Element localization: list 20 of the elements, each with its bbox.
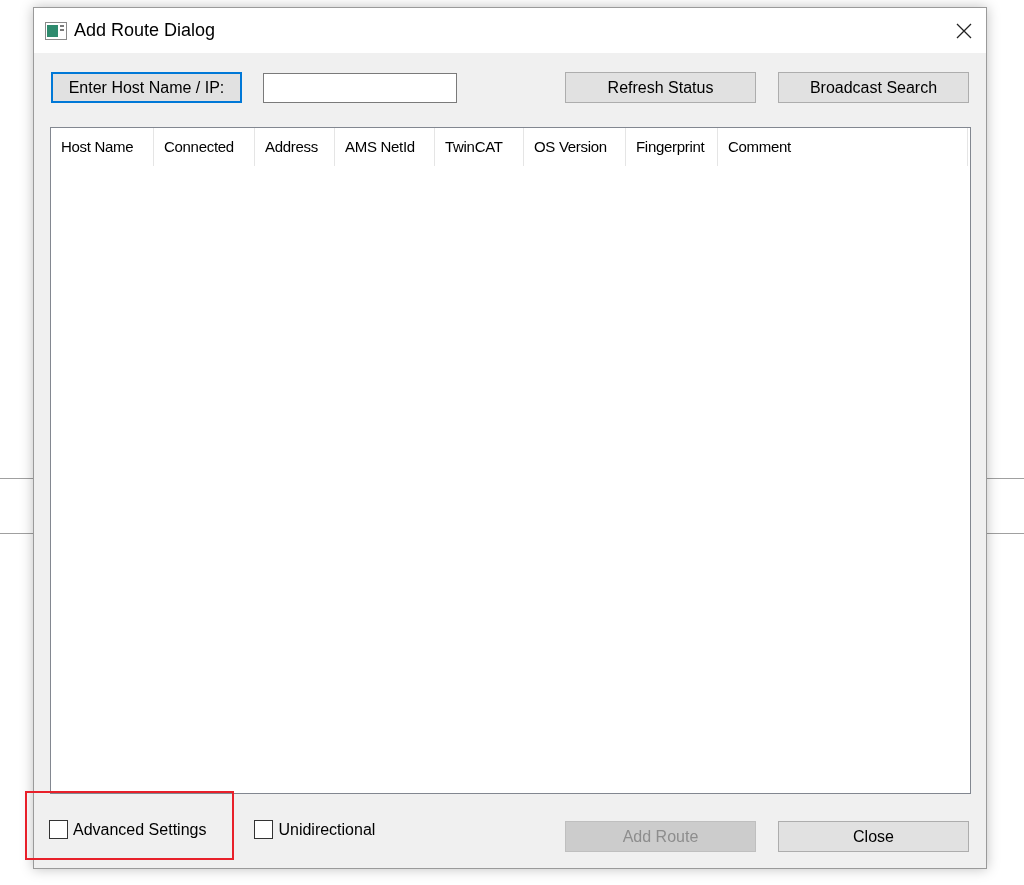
column-header[interactable]: TwinCAT — [435, 128, 524, 166]
close-icon[interactable] — [956, 22, 972, 39]
window-title: Add Route Dialog — [74, 19, 216, 42]
dialog-button[interactable]: Close — [778, 821, 969, 852]
checkbox[interactable] — [49, 820, 68, 839]
dialog-button[interactable]: Broadcast Search — [778, 72, 969, 103]
checkbox-label: Advanced Settings — [73, 819, 207, 840]
column-header[interactable]: Address — [255, 128, 335, 166]
column-header[interactable]: Fingerprint — [626, 128, 718, 166]
column-header[interactable]: Connected — [154, 128, 255, 166]
column-header[interactable]: Host Name — [51, 128, 154, 166]
checkbox[interactable] — [254, 820, 274, 839]
host-button[interactable]: Enter Host Name / IP: — [51, 72, 242, 103]
host-input-field[interactable] — [263, 72, 457, 103]
column-header[interactable]: AMS NetId — [335, 128, 435, 166]
checkbox-label: Unidirectional — [278, 819, 376, 840]
window-app-icon — [45, 21, 67, 40]
column-header[interactable]: Comment — [718, 128, 968, 166]
dialog-button[interactable]: Refresh Status — [565, 72, 756, 103]
column-header[interactable]: OS Version — [524, 128, 626, 166]
